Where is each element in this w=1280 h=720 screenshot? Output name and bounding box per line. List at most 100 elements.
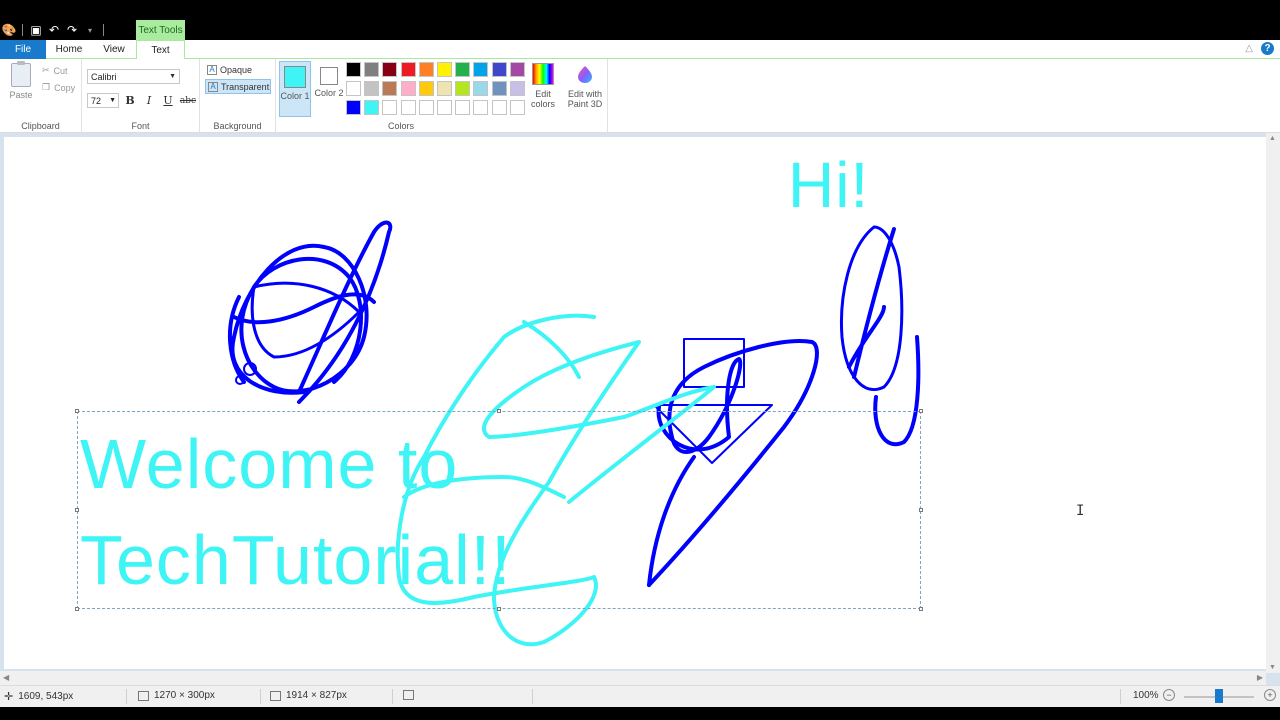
palette-color-swatch[interactable] (437, 100, 452, 115)
text-tools-context-header: Text Tools (136, 20, 185, 40)
palette-color-swatch[interactable] (455, 100, 471, 115)
resize-handle[interactable] (919, 508, 923, 512)
status-separator (1120, 689, 1121, 704)
status-separator (532, 689, 533, 704)
palette-color-swatch[interactable] (382, 100, 398, 115)
tab-file[interactable]: File (0, 40, 46, 59)
cut-label: Cut (53, 65, 68, 76)
paint3d-icon (577, 65, 593, 83)
zoom-in-icon[interactable]: + (1264, 689, 1276, 701)
scroll-down-icon[interactable]: ▼ (1269, 664, 1276, 671)
resize-handle[interactable] (919, 409, 923, 413)
rainbow-icon (532, 63, 554, 85)
resize-handle[interactable] (497, 409, 501, 413)
undo-icon[interactable]: ↶ (47, 23, 61, 37)
bold-button[interactable]: B (123, 93, 137, 108)
resize-handle[interactable] (75, 607, 79, 611)
tab-view[interactable]: View (92, 40, 136, 59)
palette-color-swatch[interactable] (346, 81, 361, 96)
color1-swatch (284, 66, 306, 88)
background-group: A Opaque A Transparent Background (200, 59, 276, 133)
cut-button[interactable]: ✂ Cut (42, 65, 68, 76)
edit-with-paint3d-button[interactable]: Edit with Paint 3D (565, 61, 605, 109)
palette-color-swatch[interactable] (437, 62, 452, 77)
palette-color-swatch[interactable] (418, 81, 434, 96)
palette-color-swatch[interactable] (418, 100, 434, 115)
palette-color-swatch[interactable] (473, 100, 489, 115)
save-icon[interactable]: ▣ (29, 23, 43, 37)
drawing-canvas[interactable]: Hi! Welcome to TechTutorial!! I (4, 137, 1266, 669)
transparent-option[interactable]: A Transparent (205, 79, 271, 94)
scroll-up-icon[interactable]: ▲ (1269, 135, 1276, 142)
status-separator (260, 689, 261, 704)
palette-color-swatch[interactable] (400, 62, 416, 77)
resize-handle[interactable] (497, 607, 501, 611)
scroll-left-icon[interactable]: ◀ (3, 673, 9, 682)
status-bar: ✛ 1609, 543px 1270 × 300px 1914 × 827px … (0, 685, 1280, 707)
copy-button[interactable]: ❐ Copy (42, 82, 75, 93)
chevron-down-icon: ▼ (169, 73, 176, 80)
scroll-right-icon[interactable]: ▶ (1257, 673, 1263, 682)
palette-color-swatch[interactable] (400, 100, 416, 115)
font-size-value: 72 (91, 95, 102, 106)
status-separator (392, 689, 393, 704)
copy-icon: ❐ (42, 82, 51, 92)
redo-icon[interactable]: ↷ (65, 23, 79, 37)
colors-group-label: Colors (387, 121, 414, 131)
palette-color-swatch[interactable] (346, 62, 361, 77)
palette-color-swatch[interactable] (364, 100, 380, 115)
scissors-icon: ✂ (42, 65, 50, 75)
screen-bottom-edge (0, 707, 1280, 720)
palette-color-swatch[interactable] (382, 62, 398, 77)
resize-handle[interactable] (919, 607, 923, 611)
color1-selector[interactable]: Color 1 (279, 61, 311, 117)
resize-handle[interactable] (75, 508, 79, 512)
zoom-out-icon[interactable]: − (1163, 689, 1175, 701)
font-family-dropdown[interactable]: Calibri ▼ (87, 69, 180, 84)
paint-app-icon[interactable]: 🎨 (2, 23, 17, 37)
edit-colors-button[interactable]: Edit colors (528, 61, 558, 109)
palette-color-swatch[interactable] (509, 81, 525, 96)
text-selection-box[interactable] (75, 409, 923, 611)
ribbon-right-controls: △ ? (1245, 42, 1274, 55)
strikethrough-button[interactable]: abc (179, 93, 197, 108)
collapse-ribbon-icon[interactable]: △ (1245, 43, 1253, 54)
paste-button[interactable]: Paste (8, 61, 34, 100)
customize-qat-icon[interactable]: ▾ (83, 23, 97, 37)
help-icon[interactable]: ? (1261, 42, 1274, 55)
font-size-dropdown[interactable]: 72 ▼ (87, 93, 119, 108)
palette-color-swatch[interactable] (400, 81, 416, 96)
palette-color-swatch[interactable] (364, 81, 380, 96)
palette-color-swatch[interactable] (509, 100, 525, 115)
italic-button[interactable]: I (142, 93, 156, 108)
palette-color-swatch[interactable] (473, 62, 489, 77)
palette-color-swatch[interactable] (364, 62, 380, 77)
color2-selector[interactable]: Color 2 (313, 61, 345, 117)
resize-handle[interactable] (75, 409, 79, 413)
tab-text[interactable]: Text (136, 40, 185, 60)
vertical-scrollbar[interactable]: ▲ ▼ (1266, 133, 1280, 673)
palette-color-swatch[interactable] (382, 81, 398, 96)
palette-color-swatch[interactable] (418, 62, 434, 77)
zoom-slider-thumb[interactable] (1215, 689, 1223, 703)
palette-color-swatch[interactable] (509, 62, 525, 77)
palette-color-swatch[interactable] (437, 81, 452, 96)
palette-color-swatch[interactable] (491, 62, 507, 77)
ribbon: Paste ✂ Cut ❐ Copy Clipboard Calibri ▼ 7… (0, 59, 1280, 133)
palette-color-swatch[interactable] (455, 62, 471, 77)
color2-label: Color 2 (314, 88, 344, 98)
tab-home[interactable]: Home (46, 40, 92, 59)
palette-color-swatch[interactable] (491, 81, 507, 96)
zoom-level-value: 100% (1133, 690, 1159, 701)
opaque-option[interactable]: A Opaque (205, 62, 271, 77)
palette-color-swatch[interactable] (346, 100, 361, 115)
cursor-position: ✛ 1609, 543px (4, 690, 73, 703)
underline-button[interactable]: U (161, 93, 175, 108)
palette-color-swatch[interactable] (473, 81, 489, 96)
disk-icon (403, 690, 414, 700)
palette-color-swatch[interactable] (455, 81, 471, 96)
font-group-label: Font (131, 121, 150, 131)
paint-window: 🎨 ▣ ↶ ↷ ▾ Text Tools File Home View Text… (0, 0, 1280, 720)
palette-color-swatch[interactable] (491, 100, 507, 115)
horizontal-scrollbar[interactable]: ◀ ▶ (0, 671, 1266, 685)
